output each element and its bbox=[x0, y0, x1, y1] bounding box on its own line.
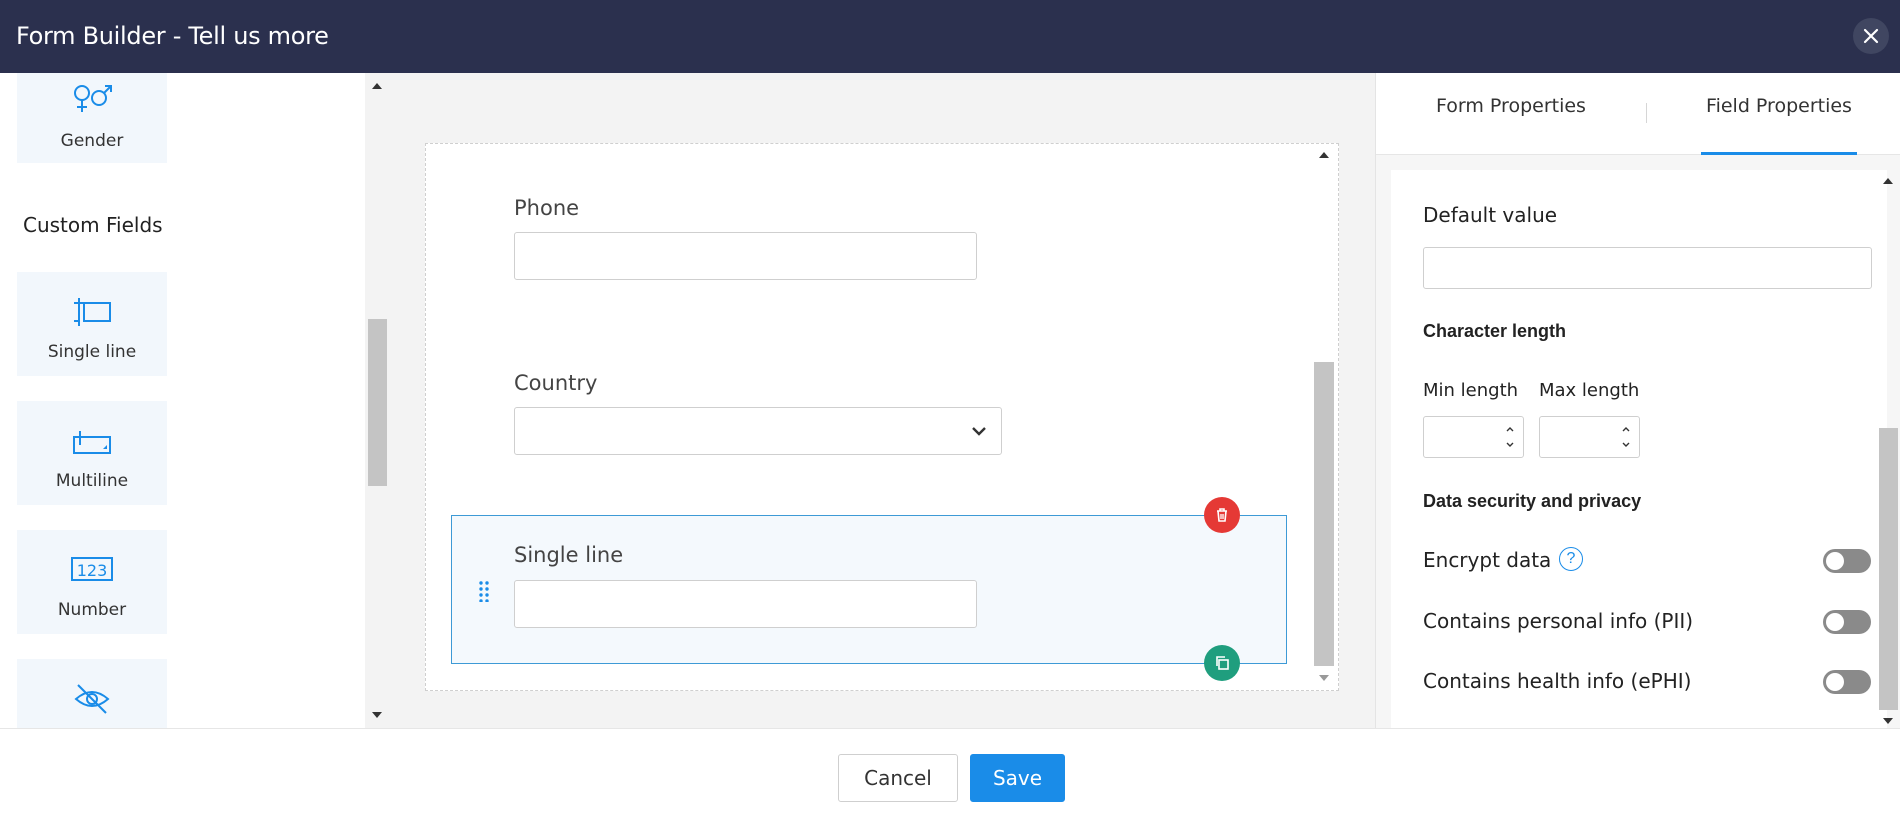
eye-off-icon bbox=[17, 681, 167, 717]
phone-label: Phone bbox=[514, 196, 580, 220]
canvas-scrollbar[interactable] bbox=[365, 73, 389, 728]
single-line-label: Single line bbox=[514, 543, 624, 567]
min-length-stepper[interactable] bbox=[1423, 416, 1524, 458]
scrollbar-thumb[interactable] bbox=[1879, 428, 1898, 710]
max-length-label: Max length bbox=[1539, 380, 1640, 401]
close-icon bbox=[1863, 28, 1879, 44]
scrollbar-thumb[interactable] bbox=[368, 319, 387, 486]
ephi-label: Contains health info (ePHI) bbox=[1423, 669, 1692, 693]
encrypt-data-toggle[interactable] bbox=[1823, 549, 1871, 573]
phone-input[interactable] bbox=[514, 232, 977, 280]
character-length-heading: Character length bbox=[1423, 321, 1567, 341]
stepper-arrows-icon[interactable] bbox=[1621, 423, 1631, 451]
svg-text:123: 123 bbox=[77, 561, 108, 580]
footer-bar: Cancel Save bbox=[0, 728, 1900, 814]
properties-panel: Form Properties Field Properties Default… bbox=[1375, 73, 1900, 728]
tab-divider bbox=[1646, 103, 1647, 123]
palette-item-number[interactable]: 123 Number bbox=[17, 530, 167, 634]
single-line-input[interactable] bbox=[514, 580, 977, 628]
window-header: Form Builder - Tell us more bbox=[0, 0, 1900, 73]
close-button[interactable] bbox=[1853, 18, 1889, 54]
palette-item-single-line[interactable]: Single line bbox=[17, 272, 167, 376]
scroll-up-icon[interactable] bbox=[372, 83, 382, 89]
field-properties-content: Default value Character length Min lengt… bbox=[1391, 170, 1887, 728]
pii-label: Contains personal info (PII) bbox=[1423, 609, 1694, 633]
tab-form-properties[interactable]: Form Properties bbox=[1426, 91, 1596, 155]
field-palette: Gender Custom Fields Single line Multili… bbox=[0, 73, 365, 728]
toggle-knob bbox=[1826, 673, 1844, 691]
default-value-label: Default value bbox=[1423, 203, 1558, 227]
palette-item-multiline[interactable]: Multiline bbox=[17, 401, 167, 505]
properties-tabs: Form Properties Field Properties bbox=[1376, 73, 1900, 155]
duplicate-field-button[interactable] bbox=[1204, 645, 1240, 681]
palette-item-gender[interactable]: Gender bbox=[17, 73, 167, 163]
palette-item-label: Single line bbox=[47, 342, 137, 362]
country-select[interactable] bbox=[514, 407, 1002, 455]
max-length-stepper[interactable] bbox=[1539, 416, 1640, 458]
scroll-down-icon[interactable] bbox=[1319, 675, 1329, 681]
custom-fields-heading: Custom Fields bbox=[23, 213, 163, 237]
drag-handle-icon[interactable] bbox=[478, 580, 490, 602]
number-icon: 123 bbox=[17, 552, 167, 588]
scroll-down-icon[interactable] bbox=[372, 712, 382, 718]
data-security-heading: Data security and privacy bbox=[1423, 491, 1642, 511]
cancel-button[interactable]: Cancel bbox=[838, 754, 958, 802]
toggle-knob bbox=[1826, 552, 1844, 570]
properties-scrollbar[interactable] bbox=[1872, 170, 1900, 728]
palette-item-label: Multiline bbox=[55, 471, 129, 491]
toggle-knob bbox=[1826, 613, 1844, 631]
help-icon[interactable]: ? bbox=[1559, 547, 1583, 571]
single-line-icon bbox=[17, 294, 167, 330]
pii-toggle[interactable] bbox=[1823, 610, 1871, 634]
scroll-up-icon[interactable] bbox=[1883, 178, 1893, 184]
form-scrollbar[interactable] bbox=[1314, 144, 1334, 690]
min-length-label: Min length bbox=[1423, 380, 1519, 401]
ephi-toggle[interactable] bbox=[1823, 670, 1871, 694]
scroll-up-icon[interactable] bbox=[1319, 152, 1329, 158]
form-canvas-area: Phone Country Single line bbox=[365, 73, 1375, 728]
gender-icon bbox=[17, 81, 167, 117]
palette-item-label: Number bbox=[57, 600, 127, 620]
tab-field-properties[interactable]: Field Properties bbox=[1701, 91, 1857, 155]
chevron-down-icon bbox=[972, 427, 986, 436]
default-value-input[interactable] bbox=[1423, 247, 1872, 289]
country-label: Country bbox=[514, 371, 598, 395]
scrollbar-thumb[interactable] bbox=[1314, 362, 1334, 666]
selected-field-single-line[interactable]: Single line bbox=[451, 515, 1287, 664]
encrypt-data-label: Encrypt data bbox=[1423, 548, 1552, 572]
form-canvas: Phone Country Single line bbox=[425, 143, 1339, 691]
delete-field-button[interactable] bbox=[1204, 497, 1240, 533]
window-title: Form Builder - Tell us more bbox=[16, 22, 329, 50]
multiline-icon bbox=[17, 423, 167, 459]
scroll-down-icon[interactable] bbox=[1883, 718, 1893, 724]
palette-item-hidden[interactable] bbox=[17, 659, 167, 728]
copy-icon bbox=[1216, 656, 1229, 670]
stepper-arrows-icon[interactable] bbox=[1505, 423, 1515, 451]
trash-icon bbox=[1217, 508, 1227, 522]
palette-item-label: Gender bbox=[60, 131, 124, 151]
save-button[interactable]: Save bbox=[970, 754, 1065, 802]
